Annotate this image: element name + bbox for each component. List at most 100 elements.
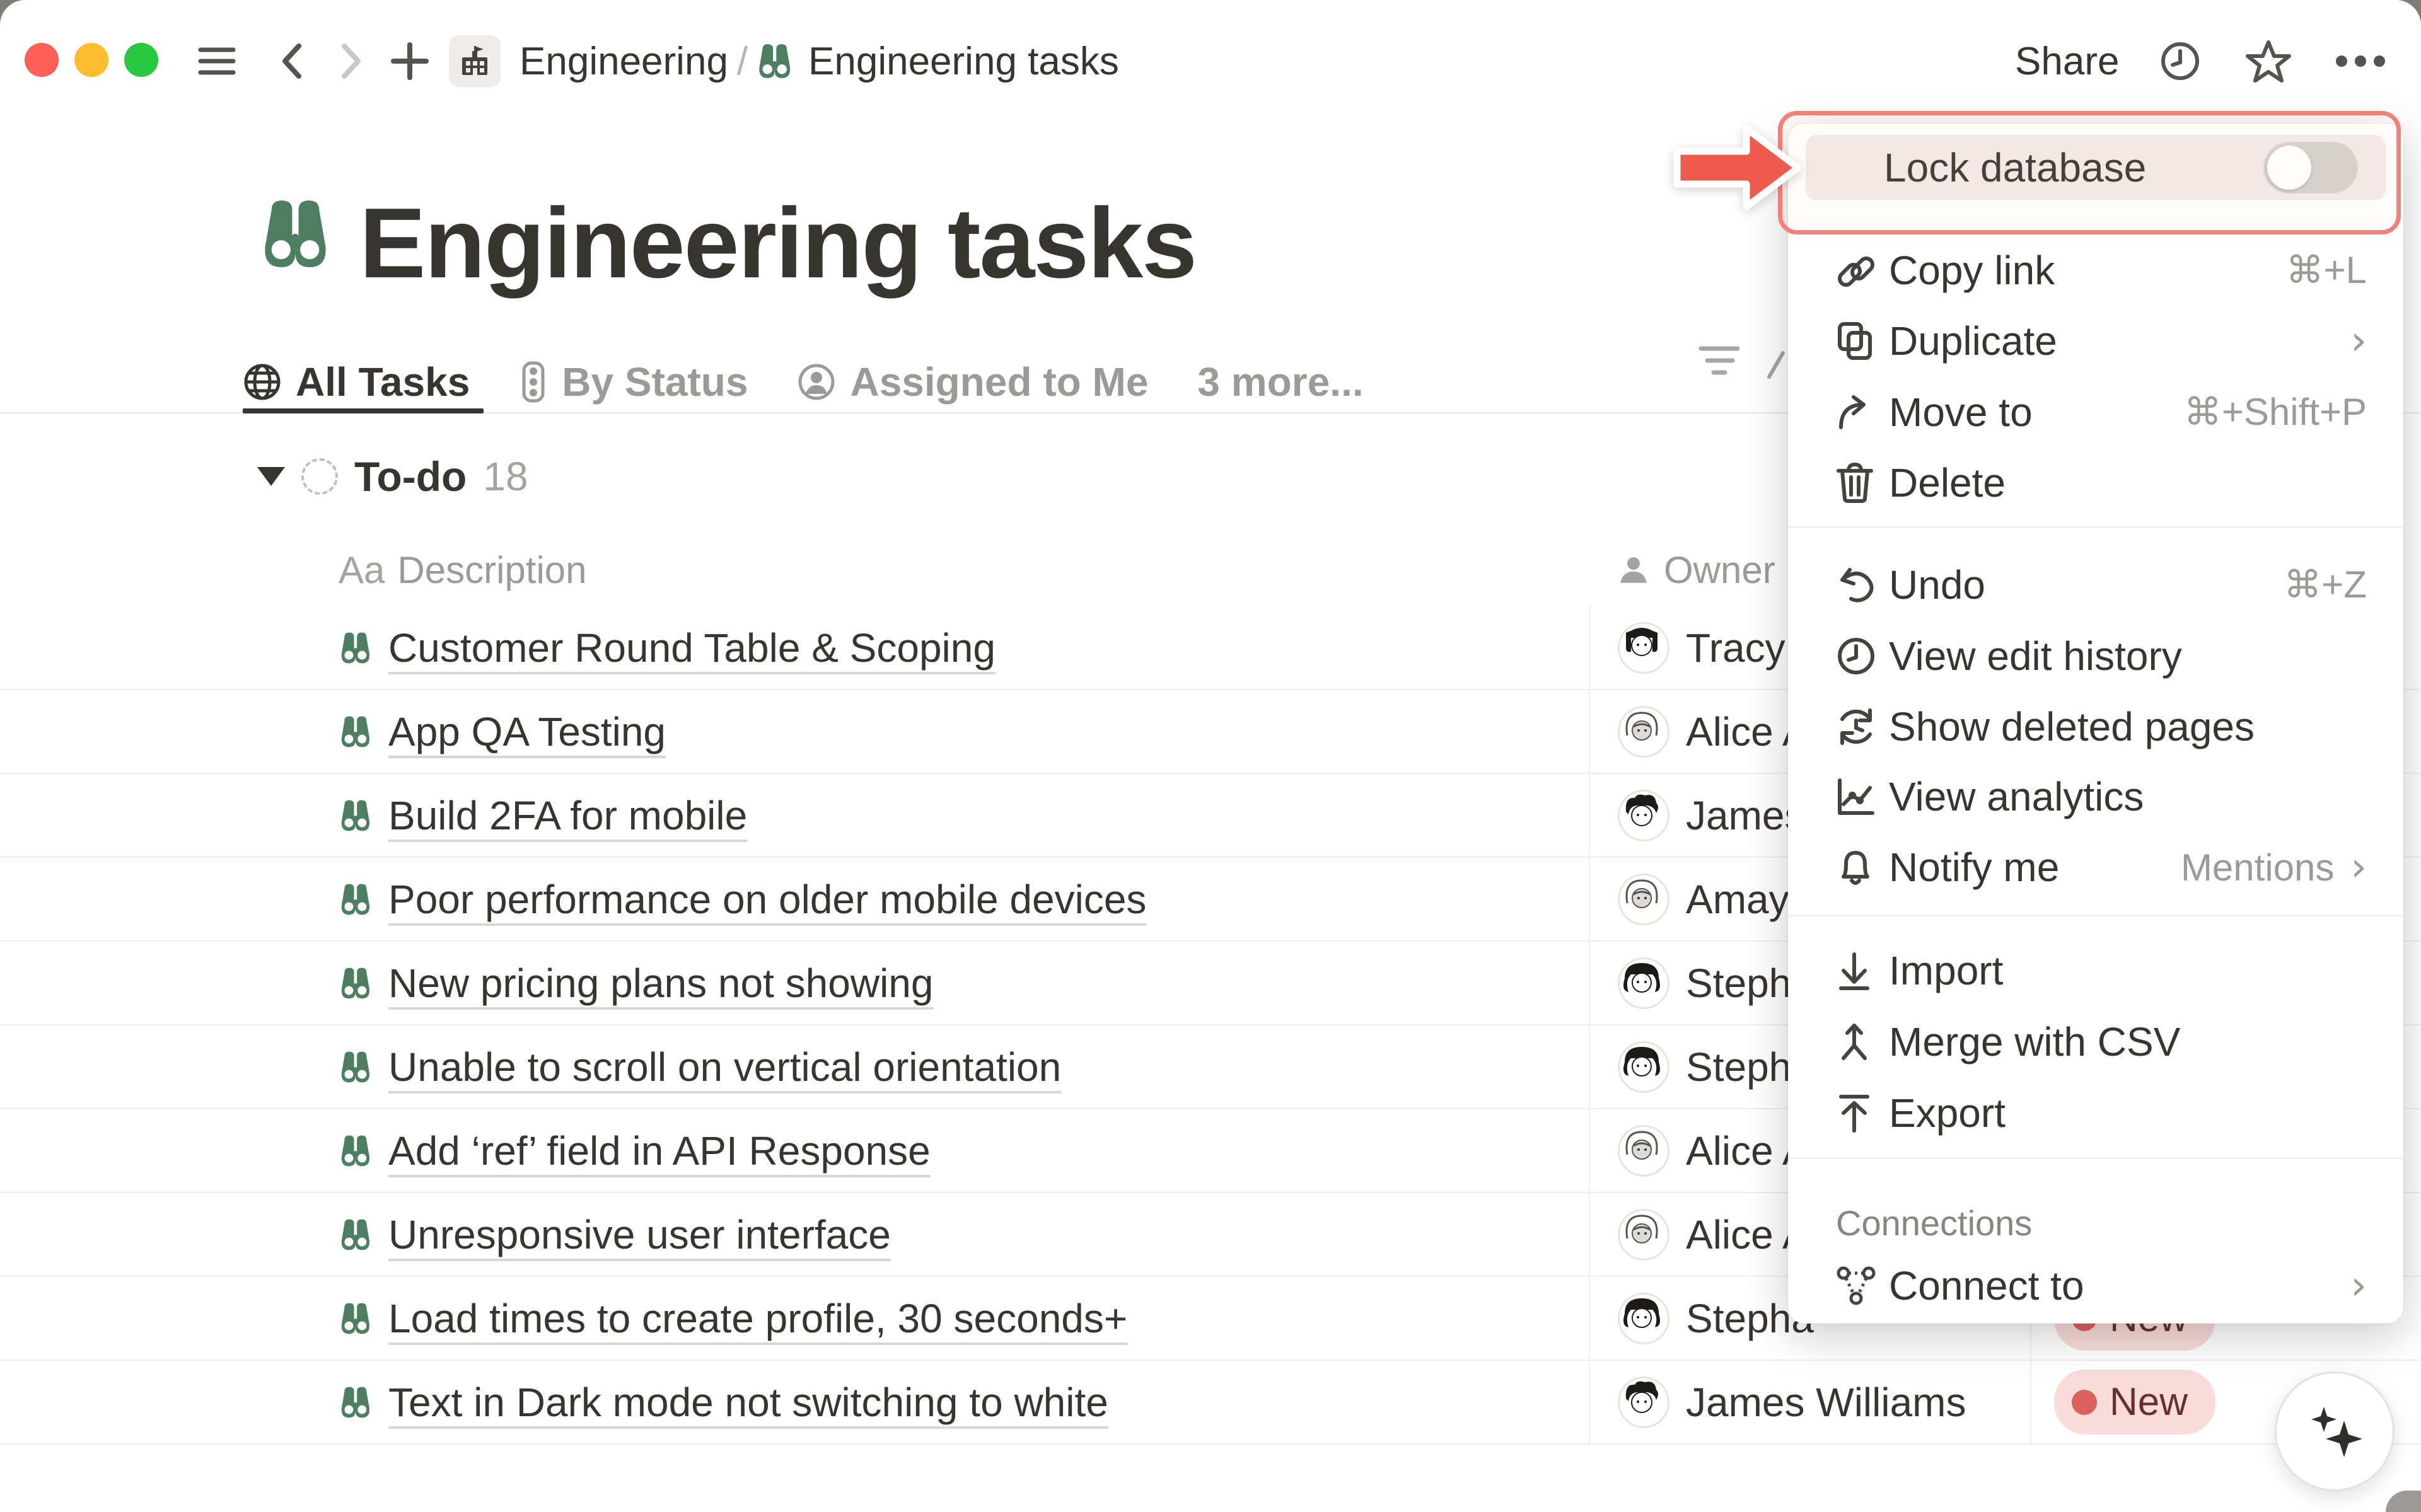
menu-item-notify-me[interactable]: Notify me Mentions› [1788,832,2403,903]
new-tab-icon[interactable] [390,38,430,84]
page-icon-binoculars[interactable] [257,194,337,274]
binoculars-icon [338,965,374,1001]
group-header-todo: To-do 18 [257,451,528,502]
column-header-description[interactable]: Aa Description [339,533,587,606]
forward-icon[interactable] [333,38,368,84]
binoculars-icon [338,881,374,918]
avatar [1618,957,1669,1009]
analytics-icon [1836,776,1876,817]
task-title[interactable]: Customer Round Table & Scoping [388,625,996,671]
task-title[interactable]: Unresponsive user interface [388,1211,891,1258]
connections-section-label: Connections [1836,1203,2421,1244]
binoculars-icon [338,1300,374,1337]
column-header-owner[interactable]: Owner [1616,533,1775,606]
owner-name[interactable]: James [1686,792,1805,839]
task-title[interactable]: Poor performance on older mobile devices [388,876,1146,923]
menu-item-export[interactable]: Export [1788,1078,2403,1148]
connect-to-icon [1836,1266,1876,1306]
tab-more-views[interactable]: 3 more... [1197,359,1363,405]
menu-item-view-edit-history[interactable]: View edit history [1788,621,2403,691]
breadcrumb-separator: / [728,39,757,84]
menu-divider [1788,915,2403,916]
chevron-right-icon: › [2350,844,2367,891]
task-title[interactable]: App QA Testing [388,708,666,755]
status-badge: New [2054,1370,2215,1434]
menu-item-move-to[interactable]: Move to ⌘+Shift+P [1788,377,2403,447]
annotation-highlight-box [1778,111,2401,234]
close-window-button[interactable] [25,43,59,77]
notion-window: Engineering / Engineering tasks Share En… [0,0,2421,1512]
task-title[interactable]: Load times to create profile, 30 seconds… [388,1295,1127,1342]
owner-name[interactable]: James Williams [1686,1379,1966,1426]
more-options-icon[interactable] [2334,38,2387,84]
share-button[interactable]: Share [2015,38,2119,84]
merge-icon [1836,1022,1872,1062]
link-icon [1836,250,1878,291]
table-row[interactable]: Text in Dark mode not switching to white… [0,1361,2421,1445]
bell-icon [1836,846,1875,888]
duplicate-icon [1836,321,1875,361]
zoom-window-button[interactable] [124,43,158,77]
group-name[interactable]: To-do [354,453,467,500]
menu-item-import[interactable]: Import [1788,935,2403,1006]
menu-item-view-analytics[interactable]: View analytics [1788,761,2403,832]
back-icon[interactable] [275,38,310,84]
clock-icon [1836,636,1876,676]
clock-history-icon[interactable] [2159,38,2202,84]
menu-divider [1788,526,2403,528]
avatar [1618,874,1669,925]
menu-item-duplicate[interactable]: Duplicate › [1788,306,2403,376]
binoculars-icon [338,1216,374,1253]
binoculars-icon [338,630,374,666]
status-dot-icon [2072,1390,2097,1415]
person-circle-icon [797,362,836,401]
todo-status-icon [301,458,338,495]
binoculars-icon [338,1049,374,1085]
hamburger-menu-icon[interactable] [197,38,237,84]
breadcrumb: Engineering / [520,38,757,84]
active-tab-underline [243,408,484,413]
workspace-icon[interactable] [449,35,501,87]
page-title[interactable]: Engineering tasks [359,187,1196,301]
breadcrumb-page[interactable]: Engineering tasks [808,38,1119,84]
ai-sparkle-button[interactable] [2275,1371,2395,1491]
group-count: 18 [483,453,528,500]
shortcut: ⌘+Z [2284,563,2367,607]
status-cell[interactable]: New [2054,1361,2215,1443]
binoculars-icon [338,797,374,834]
task-title[interactable]: Add ‘ref’ field in API Response [388,1128,931,1174]
avatar [1618,706,1669,758]
tab-all-tasks[interactable]: All Tasks [243,359,470,405]
sort-icon[interactable] [1765,350,1787,379]
menu-item-copy-link[interactable]: Copy link ⌘+L [1788,235,2403,306]
menu-item-delete[interactable]: Delete [1788,447,2403,518]
menu-item-connect-to[interactable]: Connect to › [1788,1250,2403,1321]
export-icon [1836,1093,1872,1133]
avatar [1618,622,1669,674]
menu-item-merge-with-csv[interactable]: Merge with CSV [1788,1007,2403,1077]
collapse-triangle-icon[interactable] [257,467,285,486]
avatar [1618,1125,1669,1177]
globe-icon [243,362,282,401]
page-options-menu: Lock database Copy link ⌘+L Duplicate › … [1788,124,2403,1324]
breadcrumb-workspace[interactable]: Engineering [520,39,728,84]
tab-assigned-to-me[interactable]: Assigned to Me [797,359,1148,405]
view-tabs: All Tasks By Status Assigned to Me 3 mor… [243,350,1364,413]
shortcut: ⌘+Shift+P [2184,390,2367,434]
task-title[interactable]: New pricing plans not showing [388,960,933,1007]
task-title[interactable]: Build 2FA for mobile [388,792,747,839]
task-title[interactable]: Text in Dark mode not switching to white [388,1379,1108,1426]
favorite-star-icon[interactable] [2244,38,2292,84]
avatar [1618,1293,1669,1344]
traffic-light-icon [519,361,548,403]
undo-icon [1836,565,1876,605]
shortcut: ⌘+L [2286,248,2367,292]
chevron-right-icon: › [2350,1262,2367,1309]
tab-by-status[interactable]: By Status [519,359,748,405]
minimize-window-button[interactable] [74,43,108,77]
menu-item-show-deleted-pages[interactable]: Show deleted pages [1788,691,2403,762]
filter-icon[interactable] [1698,343,1743,379]
task-title[interactable]: Unable to scroll on vertical orientation [388,1044,1061,1090]
menu-item-undo[interactable]: Undo ⌘+Z [1788,550,2403,620]
binoculars-icon [338,1384,374,1421]
